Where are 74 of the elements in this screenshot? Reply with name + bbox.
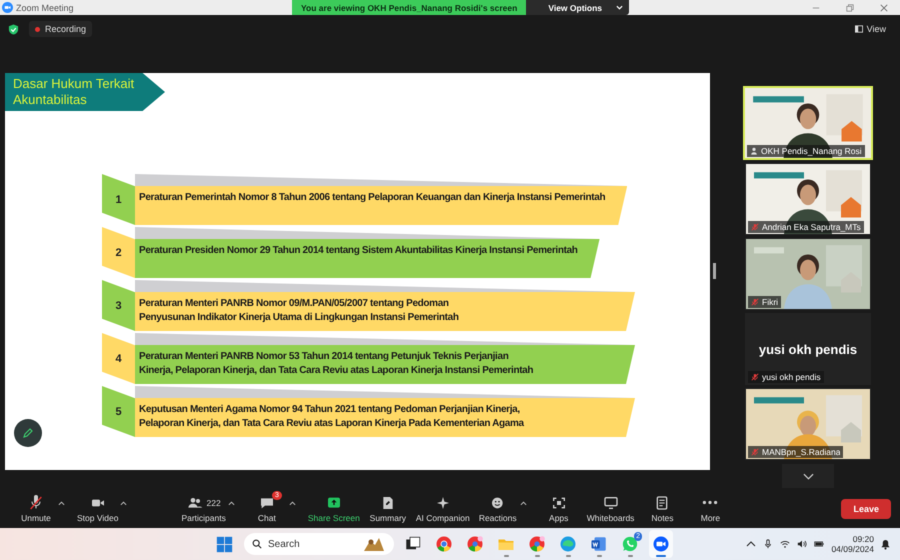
toolbar-button[interactable]: Unmute xyxy=(12,495,60,523)
law-banner: Peraturan Menteri PANRB Nomor 09/M.PAN/05/2007 tentang Pedoman Penyusunan Indikator Kinerja Utama di Lingkungan Instansi Pemerintah xyxy=(135,292,635,331)
video-app-icon xyxy=(652,535,670,553)
caret-icon[interactable] xyxy=(120,500,128,506)
law-banner: Peraturan Presiden Nomor 29 Tahun 2014 tentang Sistem Akuntabilitas Kinerja Instansi Pemerintah xyxy=(135,239,600,278)
caret-icon[interactable] xyxy=(58,500,65,506)
start-icon[interactable] xyxy=(216,536,233,552)
wifi-icon[interactable] xyxy=(780,539,790,549)
toolbar-button[interactable]: 222 Participants xyxy=(177,495,230,523)
phone-chat-icon xyxy=(621,535,639,553)
video-tile[interactable]: Andrian Eka Saputra_MTs xyxy=(745,163,871,235)
layout-icon xyxy=(854,25,863,33)
volume-icon[interactable] xyxy=(797,539,808,549)
participant-display-name: yusi okh pendis xyxy=(758,341,858,357)
browser-icon xyxy=(528,535,546,553)
chevron-icon xyxy=(802,472,814,480)
video-tile[interactable]: Fikri xyxy=(745,238,871,310)
toolbar-button[interactable]: Summary xyxy=(364,495,412,523)
browser-icon xyxy=(435,535,453,553)
resize-handle[interactable] xyxy=(713,263,716,279)
toolbar-button[interactable]: AI Companion xyxy=(412,495,474,523)
browser-icon xyxy=(559,535,577,553)
slide-title: Dasar Hukum Terkait Akuntabilitas xyxy=(5,73,165,111)
window-title: Zoom Meeting xyxy=(16,2,74,12)
recording-indicator[interactable]: Recording xyxy=(29,21,92,37)
video-tile[interactable]: MANBpn_S.Radiana xyxy=(745,388,871,460)
viewing-message: You are viewing OKH Pendis_Nanang Rosidi's screen xyxy=(292,0,526,15)
view-button[interactable]: View xyxy=(848,23,892,35)
toolbar-button[interactable]: Apps xyxy=(534,495,583,523)
search-field[interactable]: Search xyxy=(244,533,394,555)
caret-icon[interactable] xyxy=(288,500,296,506)
more-icon xyxy=(702,500,718,505)
recording-dot xyxy=(35,26,40,32)
restore-icon[interactable] xyxy=(846,4,854,12)
law-banner: Keputusan Menteri Agama Nomor 94 Tahun 2021 tentang Pedoman Perjanjian Kinerja, Pelaporan Kinerja, dan Tata Cara Reviu atas Laporan Kinerja Pada Kementerian Agama xyxy=(135,398,635,437)
participant-name: yusi okh pendis xyxy=(762,372,821,382)
app-logo-icon xyxy=(2,2,13,13)
microphone-icon[interactable] xyxy=(763,539,774,549)
toolbar-button[interactable]: Share Screen xyxy=(304,495,364,523)
video-tile[interactable]: yusi okh pendis yusi okh pendis xyxy=(745,313,871,385)
notes-icon xyxy=(654,495,670,511)
participant-name: Fikri xyxy=(762,297,778,307)
caret-icon[interactable] xyxy=(746,539,756,549)
video-tile[interactable]: OKH Pendis_Nanang Rosi xyxy=(743,86,873,160)
leave-button[interactable]: Leave xyxy=(841,499,891,519)
browser-icon xyxy=(466,535,484,553)
clock[interactable]: 09:20 04/09/2024 xyxy=(831,534,874,554)
bell-icon[interactable] xyxy=(881,538,890,550)
battery-icon[interactable] xyxy=(814,539,824,549)
caret-icon[interactable] xyxy=(228,500,235,506)
whiteboard-icon xyxy=(602,495,619,511)
pencil-icon xyxy=(22,427,34,439)
view-options-button[interactable]: View Options xyxy=(526,0,630,15)
caret-icon[interactable] xyxy=(520,500,527,506)
chevron-icon xyxy=(616,5,624,10)
close-icon[interactable] xyxy=(880,4,888,12)
participant-name: Andrian Eka Saputra_MTs xyxy=(762,222,861,232)
toolbar-button[interactable]: Notes xyxy=(638,495,686,523)
search-highlight-icon xyxy=(362,536,386,552)
participant-name: OKH Pendis_Nanang Rosi xyxy=(761,146,862,156)
law-banner: Peraturan Menteri PANRB Nomor 53 Tahun 2014 tentang Petunjuk Teknis Perjanjian Kinerja, Pelaporan Kinerja, dan Tata Cara Reviu atas Laporan Kinerja Instansi Pemerintah xyxy=(135,345,635,384)
apps-icon xyxy=(550,495,567,511)
toolbar-button[interactable]: Whiteboards xyxy=(582,495,638,523)
clock-time: 09:20 xyxy=(852,534,874,544)
law-banner: Peraturan Pemerintah Nomor 8 Tahun 2006 tentang Pelaporan Keuangan dan Kinerja Instansi Pemerintah xyxy=(135,186,628,225)
toolbar-button[interactable]: Reactions xyxy=(474,495,522,523)
toolbar-button[interactable]: Stop Video xyxy=(73,495,122,523)
document-app-icon xyxy=(590,535,608,553)
participant-count: 222 xyxy=(206,498,221,508)
toolbar-button[interactable]: More xyxy=(686,495,734,523)
participant-name: MANBpn_S.Radiana xyxy=(762,447,840,457)
shield-icon[interactable] xyxy=(8,24,19,34)
annotate-button[interactable] xyxy=(14,419,42,447)
clock-date: 04/09/2024 xyxy=(831,544,874,554)
